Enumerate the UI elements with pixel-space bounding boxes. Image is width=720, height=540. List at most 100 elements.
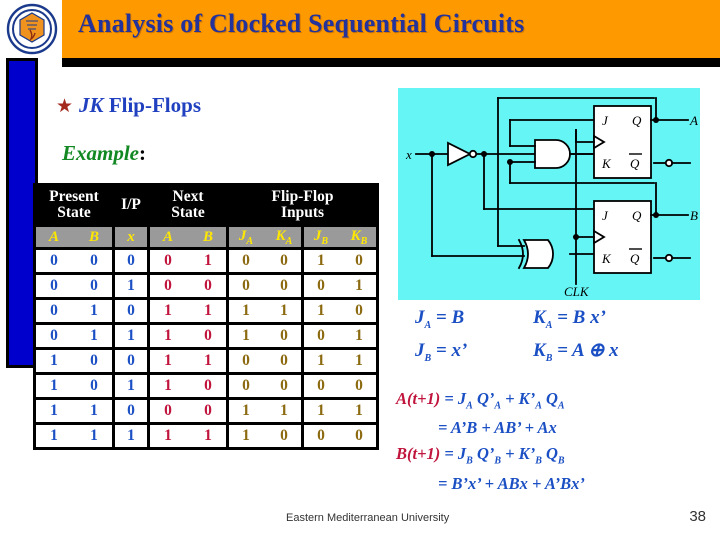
- table-cell: 0: [36, 325, 72, 347]
- table-cell: 0: [115, 400, 147, 422]
- table-cell: 1: [267, 300, 301, 322]
- table-cell: 0: [267, 325, 301, 347]
- table-row: 111111000: [36, 425, 376, 447]
- table-cell: 0: [304, 375, 338, 397]
- table-cell: 0: [190, 400, 226, 422]
- circuit-label-ff2-q: Q: [632, 208, 642, 223]
- equation-a-next-rhs1: = JA Q’A + K’A QA: [444, 389, 565, 412]
- equation-a-next: A(t+1) = JA Q’A + K’A QA = A’B + AB’ + A…: [396, 388, 720, 439]
- table-cell: 1: [115, 425, 147, 447]
- table-cell: 1: [304, 250, 338, 272]
- equation-b-next: B(t+1) = JB Q’B + K’B QB = B’x’ + ABx + …: [396, 443, 720, 494]
- table-cell: 1: [150, 350, 186, 372]
- table-cell: 0: [342, 300, 376, 322]
- table-cell: 0: [304, 425, 338, 447]
- state-equations: A(t+1) = JA Q’A + K’A QA = A’B + AB’ + A…: [396, 388, 720, 495]
- subheader-JB: JB: [304, 227, 338, 247]
- title-underline-bar: [62, 58, 720, 67]
- table-cell: 1: [229, 300, 263, 322]
- subheader-x-input: x: [115, 227, 147, 247]
- table-cell: 1: [36, 425, 72, 447]
- table-row: 011101001: [36, 325, 376, 347]
- table-cell: 0: [190, 325, 226, 347]
- state-transition-table: Present State I/P Next State Flip-Flop Inpu…: [33, 183, 379, 450]
- table-cell: 0: [115, 250, 147, 272]
- equation-ja: JA = B: [415, 307, 465, 331]
- table-cell: 1: [115, 325, 147, 347]
- circuit-label-ff2-qbar: Q: [630, 251, 640, 266]
- example-colon: :: [139, 141, 146, 165]
- equation-kb: KB = A ⊕ x: [533, 339, 619, 364]
- example-heading: Example:: [62, 141, 146, 166]
- table-cell: 1: [190, 425, 226, 447]
- equation-jb: JB = x’: [415, 339, 468, 364]
- table-cell: 1: [36, 400, 72, 422]
- circuit-label-x: x: [405, 147, 412, 162]
- subheader-JA: JA: [229, 227, 263, 247]
- table-body: 0000100100010000010101111100111010011001…: [36, 247, 376, 447]
- table-cell: 1: [115, 375, 147, 397]
- header-next-state: Next State: [150, 186, 226, 224]
- table-sub-header-row: A B x A B JA KA JB KB: [36, 227, 376, 247]
- subheader-B-next: B: [190, 227, 226, 247]
- table-cell: 1: [150, 300, 186, 322]
- table-cell: 1: [115, 275, 147, 297]
- table-cell: 1: [36, 375, 72, 397]
- table-cell: 0: [229, 375, 263, 397]
- slide-title-bar: Analysis of Clocked Sequential Circuits: [0, 0, 720, 58]
- table-cell: 0: [304, 275, 338, 297]
- table-group-header-row: Present State I/P Next State Flip-Flop Inpu…: [36, 186, 376, 224]
- table-row: 010111110: [36, 300, 376, 322]
- header-flipflop-inputs: Flip-Flop Inputs: [229, 186, 376, 224]
- table-cell: 0: [190, 275, 226, 297]
- table-cell: 0: [36, 250, 72, 272]
- header-input: I/P: [115, 186, 147, 224]
- table-cell: 1: [229, 425, 263, 447]
- circuit-label-ff1-qbar: Q: [630, 156, 640, 171]
- table-cell: 1: [304, 400, 338, 422]
- table-cell: 0: [150, 275, 186, 297]
- header-present-state: Present State: [36, 186, 112, 224]
- table-cell: 0: [304, 325, 338, 347]
- table-cell: 1: [150, 425, 186, 447]
- table-cell: 1: [76, 325, 112, 347]
- table-cell: 0: [342, 250, 376, 272]
- table-cell: 0: [229, 250, 263, 272]
- flipflop-input-equations: JA = B KA = B x’ JB = x’ KB = A ⊕ x: [415, 305, 715, 371]
- circuit-label-output-a: A: [689, 113, 698, 128]
- table-cell: 0: [190, 375, 226, 397]
- table-cell: 1: [267, 400, 301, 422]
- equation-ka: KA = B x’: [533, 307, 606, 331]
- bullet-upright-part: Flip-Flops: [108, 93, 201, 117]
- subheader-KB: KB: [342, 227, 376, 247]
- university-seal-icon: [6, 3, 58, 55]
- equation-b-next-rhs1: = JB Q’B + K’B QB: [444, 444, 565, 467]
- table-cell: 1: [36, 350, 72, 372]
- table-cell: 1: [190, 350, 226, 372]
- table-cell: 1: [229, 400, 263, 422]
- subheader-A-next: A: [150, 227, 186, 247]
- table-cell: 1: [150, 375, 186, 397]
- table-cell: 0: [76, 350, 112, 372]
- circuit-label-clk: CLK: [564, 284, 590, 299]
- table-cell: 0: [229, 350, 263, 372]
- table-cell: 0: [267, 275, 301, 297]
- table-row: 000010010: [36, 250, 376, 272]
- bullet-italic-part: JK: [79, 93, 104, 117]
- table-cell: 0: [267, 375, 301, 397]
- table-cell: 1: [229, 325, 263, 347]
- subheader-KA: KA: [267, 227, 301, 247]
- footer-institution: Eastern Mediterranean University: [286, 512, 450, 524]
- bullet-jk-flip-flops: ★ JK Flip-Flops: [56, 92, 386, 120]
- footer-page-number: 38: [689, 508, 706, 525]
- table-cell: 1: [304, 300, 338, 322]
- table-cell: 1: [342, 400, 376, 422]
- table-cell: 0: [342, 375, 376, 397]
- circuit-label-ff1-q: Q: [632, 113, 642, 128]
- table-cell: 1: [190, 300, 226, 322]
- table-cell: 1: [342, 325, 376, 347]
- table-cell: 1: [304, 350, 338, 372]
- circuit-label-ff2-k: K: [601, 251, 612, 266]
- table-cell: 1: [190, 250, 226, 272]
- table-row: 101100000: [36, 375, 376, 397]
